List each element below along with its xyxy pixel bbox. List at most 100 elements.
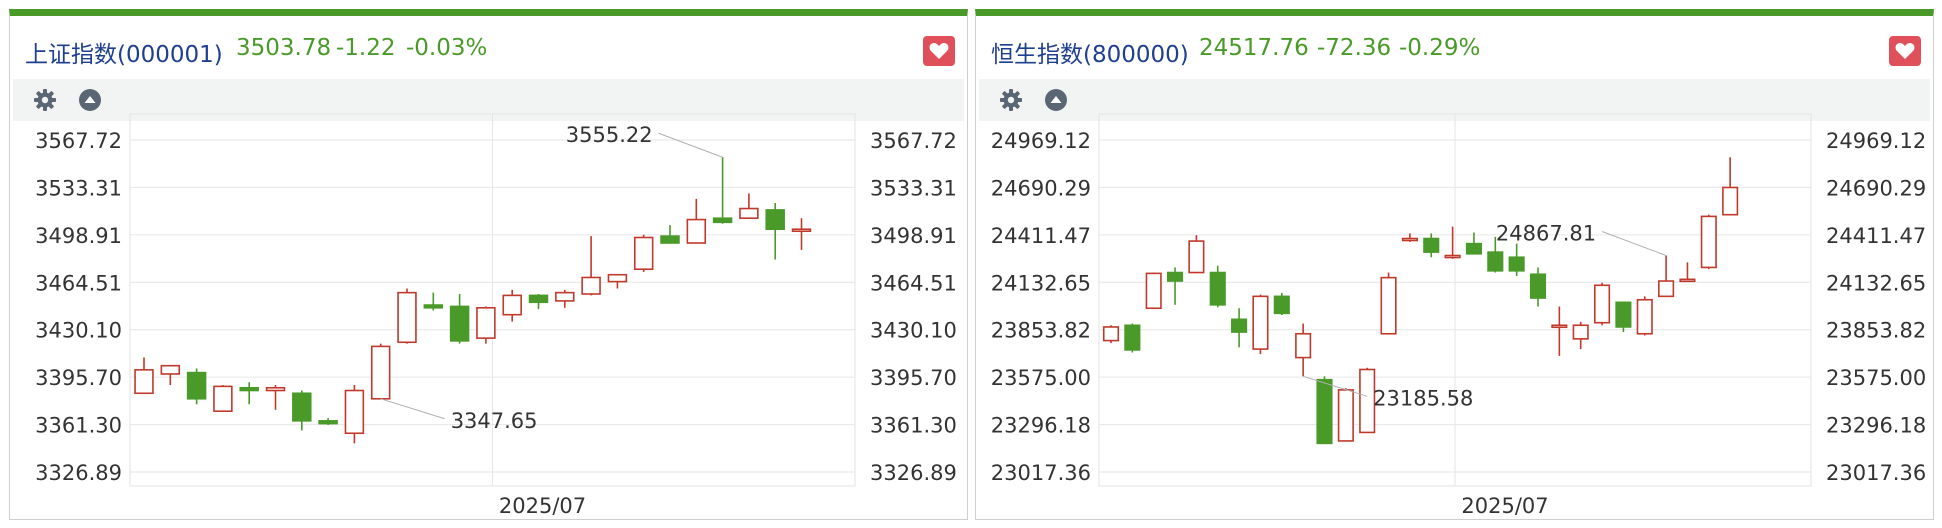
candle-body xyxy=(1508,256,1525,272)
candle-body xyxy=(660,235,680,244)
candle-body xyxy=(1700,215,1717,269)
candle-body xyxy=(1401,237,1418,242)
candle-body xyxy=(502,294,522,316)
candle-body xyxy=(1273,295,1290,315)
y-tick-label-right: 3430.10 xyxy=(870,319,957,343)
candle-body xyxy=(712,217,733,224)
candle-body xyxy=(1487,251,1504,272)
candlestick-chart: 3567.72 3567.72 3533.31 3533.31 3498.91 3498.… xyxy=(35,113,957,518)
high-price-label: 24867.81 xyxy=(1496,222,1596,246)
candle-body xyxy=(1465,242,1483,255)
y-tick-label-right: 24969.12 xyxy=(1826,129,1926,153)
y-tick-label-left: 3326.89 xyxy=(35,461,122,485)
candle-body xyxy=(160,364,181,375)
candle-body xyxy=(1295,332,1312,359)
low-price-label: 23185.58 xyxy=(1373,386,1473,410)
candle-body xyxy=(555,291,575,302)
y-tick-label-right: 3498.91 xyxy=(870,224,957,248)
candle-body xyxy=(1124,324,1141,351)
y-tick-label-left: 3395.70 xyxy=(35,366,122,390)
candle-body xyxy=(186,371,207,400)
y-tick-label-left: 3361.30 xyxy=(35,414,122,438)
candle-body xyxy=(1444,254,1461,259)
candle-body xyxy=(239,386,259,392)
candle-body xyxy=(449,305,470,342)
y-tick-label-left: 24411.47 xyxy=(991,224,1091,248)
y-tick-label-left: 3498.91 xyxy=(35,224,122,248)
y-tick-label-right: 3395.70 xyxy=(870,366,957,390)
candle-body xyxy=(1551,324,1568,329)
y-tick-label-right: 24132.65 xyxy=(1826,271,1926,295)
candle-body xyxy=(1337,389,1354,442)
y-tick-label-left: 24690.29 xyxy=(991,176,1091,200)
candle-body xyxy=(633,236,654,270)
candle-body xyxy=(686,218,707,244)
candle-body xyxy=(1231,318,1248,333)
chart-panel-hangseng: 恒生指数(800000) 24517.76 -72.36 -0.29% 2496… xyxy=(975,9,1934,520)
y-tick-label-right: 23017.36 xyxy=(1826,461,1926,485)
y-tick-label-right: 23853.82 xyxy=(1826,319,1926,343)
y-tick-label-left: 3567.72 xyxy=(35,129,122,153)
candle-body xyxy=(1316,378,1333,445)
x-axis-label: 2025/07 xyxy=(499,494,586,518)
candle-body xyxy=(1380,276,1397,335)
y-tick-label-left: 23017.36 xyxy=(991,461,1091,485)
y-tick-label-left: 24132.65 xyxy=(991,271,1091,295)
candle-body xyxy=(344,389,365,435)
candle-body xyxy=(476,306,496,339)
y-tick-label-right: 3533.31 xyxy=(870,176,957,200)
candle-body xyxy=(213,385,233,412)
candle-body xyxy=(1529,273,1547,299)
y-tick-label-left: 24969.12 xyxy=(991,129,1091,153)
candle-body xyxy=(607,273,628,283)
y-tick-label-right: 23296.18 xyxy=(1826,414,1926,438)
candle-body xyxy=(423,304,444,309)
candle-body xyxy=(318,420,338,425)
y-tick-label-right: 24690.29 xyxy=(1826,176,1926,200)
y-tick-label-right: 24411.47 xyxy=(1826,224,1926,248)
y-tick-label-right: 3361.30 xyxy=(870,414,957,438)
low-leader-line xyxy=(380,398,445,420)
y-tick-label-left: 3430.10 xyxy=(35,319,122,343)
candle-body xyxy=(265,386,286,392)
x-axis-label: 2025/07 xyxy=(1461,494,1548,518)
candle-body xyxy=(397,291,417,344)
candle-body xyxy=(739,207,759,219)
candle-body xyxy=(1188,240,1205,274)
y-tick-label-left: 23296.18 xyxy=(991,414,1091,438)
y-tick-label-right: 3326.89 xyxy=(870,461,957,485)
low-price-label: 3347.65 xyxy=(451,409,538,433)
y-tick-label-right: 3464.51 xyxy=(870,271,957,295)
candle-body xyxy=(1593,284,1611,324)
y-tick-label-left: 23853.82 xyxy=(991,319,1091,343)
low-leader-line xyxy=(1303,375,1368,397)
y-tick-label-right: 3567.72 xyxy=(870,129,957,153)
y-tick-label-left: 23575.00 xyxy=(991,366,1091,390)
y-tick-label-right: 23575.00 xyxy=(1826,366,1926,390)
candle-body xyxy=(1423,237,1440,253)
y-tick-label-left: 3533.31 xyxy=(35,176,122,200)
candle-body xyxy=(1252,295,1269,350)
candle-body xyxy=(1102,326,1120,342)
candle-body xyxy=(134,369,154,395)
candle-body xyxy=(370,345,391,400)
high-leader-line xyxy=(658,132,723,158)
candle-body xyxy=(1722,186,1739,216)
candle-body xyxy=(1145,272,1162,310)
candle-body xyxy=(1166,271,1184,282)
candle-body xyxy=(1572,324,1589,340)
chart-panel-shanghai: 上证指数(000001) 3503.78 -1.22 -0.03% 3567.7… xyxy=(9,9,968,520)
y-tick-label-left: 3464.51 xyxy=(35,271,122,295)
candle-body xyxy=(1636,298,1653,335)
candle-body xyxy=(765,209,785,231)
high-price-label: 3555.22 xyxy=(566,123,653,147)
candle-body xyxy=(1615,301,1632,328)
candle-body xyxy=(1679,278,1696,283)
candlestick-chart: 24969.12 24969.12 24690.29 24690.29 24411.47… xyxy=(991,113,1926,518)
candle-body xyxy=(292,392,312,422)
candle-body xyxy=(1209,271,1226,306)
candle-body xyxy=(1658,280,1675,298)
candle-body xyxy=(528,294,549,304)
candle-body xyxy=(581,276,601,295)
candle-body xyxy=(791,228,812,233)
